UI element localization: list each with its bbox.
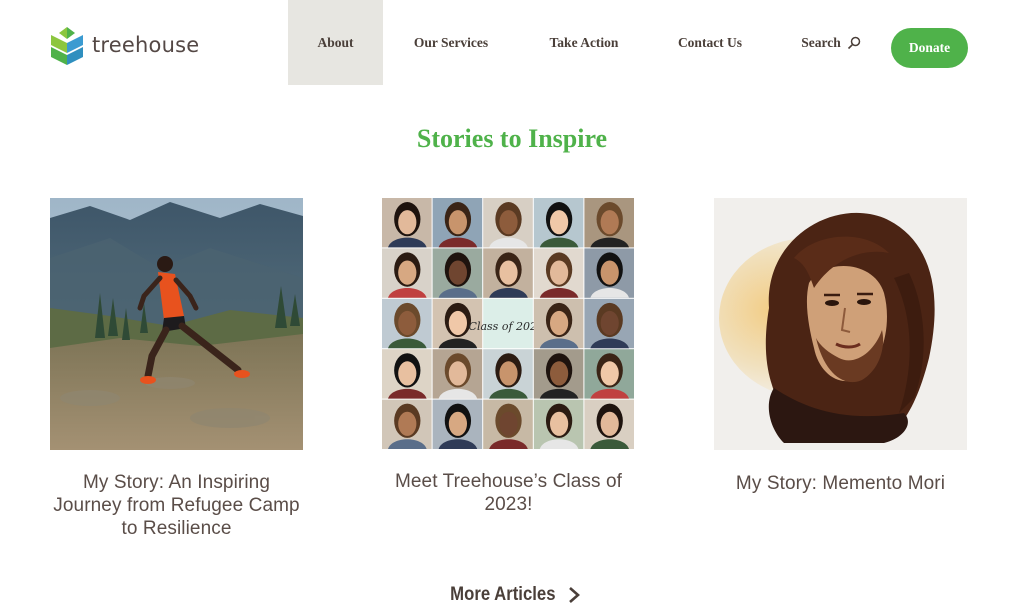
student-photo	[483, 248, 533, 298]
more-articles-label: More Articles	[450, 584, 556, 605]
site-header: treehouse About Our Services Take Action…	[0, 0, 1024, 86]
section-title: Stories to Inspire	[416, 124, 608, 153]
nav-about[interactable]: About	[288, 0, 383, 85]
class-of-2023-collage[interactable]: Class of 2023!	[382, 198, 635, 450]
story-card[interactable]: My Story: An Inspiring Journey from Refu…	[50, 198, 303, 540]
student-photo	[584, 248, 634, 298]
student-photo	[533, 198, 584, 248]
story-title[interactable]: My Story: Memento Mori	[714, 472, 967, 495]
student-photo	[533, 298, 584, 349]
student-photo	[533, 248, 584, 298]
student-photo	[432, 349, 483, 399]
student-photo	[382, 198, 432, 248]
more-articles-link[interactable]: More Articles	[0, 584, 1024, 606]
donate-button[interactable]: Donate	[891, 28, 968, 68]
student-photo	[432, 198, 483, 248]
search-label: Search	[801, 34, 841, 50]
student-photo	[533, 399, 584, 449]
student-photo	[533, 349, 584, 399]
treehouse-logo[interactable]: treehouse	[49, 23, 199, 67]
story-card[interactable]: Class of 2023! Meet Treehouse’s Class of…	[382, 198, 635, 516]
memento-mori-portrait[interactable]	[714, 198, 967, 450]
brand-name: treehouse	[92, 33, 200, 57]
story-title[interactable]: My Story: An Inspiring Journey from Refu…	[50, 471, 303, 540]
story-card[interactable]: My Story: Memento Mori	[714, 198, 967, 495]
leaf-logo-icon	[51, 27, 83, 65]
student-photo	[584, 399, 634, 449]
student-photo	[382, 399, 432, 449]
nav-search[interactable]: Search	[793, 0, 869, 85]
student-photo	[584, 298, 634, 349]
chevron-right-icon	[568, 587, 580, 603]
student-photo	[382, 248, 432, 298]
student-photo	[483, 399, 533, 449]
search-icon	[847, 36, 860, 49]
student-photo	[382, 298, 432, 349]
student-photo	[584, 198, 634, 248]
runner-photo[interactable]	[50, 198, 303, 450]
student-photo	[382, 349, 432, 399]
student-photo	[483, 198, 533, 248]
nav-our-services[interactable]: Our Services	[405, 0, 497, 85]
story-title[interactable]: Meet Treehouse’s Class of 2023!	[382, 470, 635, 516]
nav-take-action[interactable]: Take Action	[542, 0, 626, 85]
student-photo	[432, 399, 483, 449]
student-photo	[432, 248, 483, 298]
nav-contact-us[interactable]: Contact Us	[671, 0, 749, 85]
student-photo	[483, 349, 533, 399]
student-photo	[584, 349, 634, 399]
